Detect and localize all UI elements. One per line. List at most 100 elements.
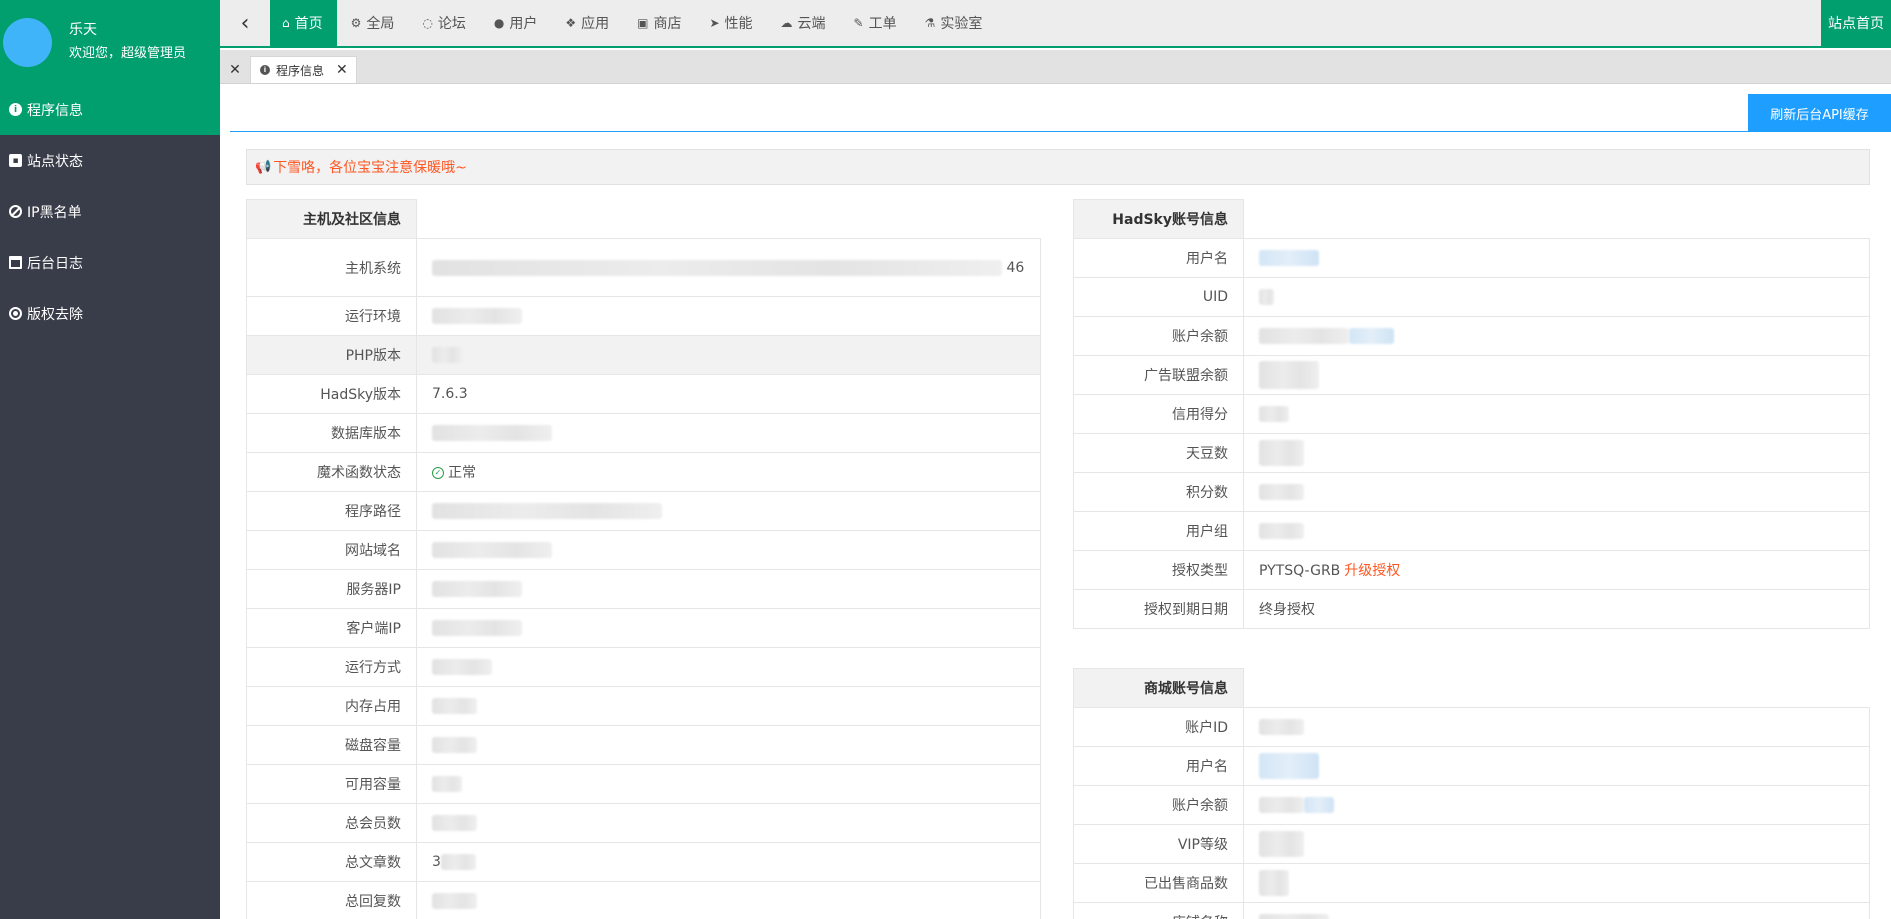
table-row: 运行方式: [246, 647, 1041, 687]
sidebar-item-program-info[interactable]: i 程序信息: [0, 84, 220, 135]
table-row: 已出售商品数: [1073, 863, 1870, 903]
redacted-value: [432, 620, 522, 636]
sidebar-item-site-status[interactable]: ▪ 站点状态: [0, 135, 220, 186]
row-label: VIP等级: [1073, 824, 1244, 864]
comment-icon: ◌: [422, 16, 433, 30]
table-row: 账户余额: [1073, 316, 1870, 356]
site-home-button[interactable]: 站点首页: [1821, 0, 1891, 46]
row-value: [1243, 707, 1870, 747]
row-label: 天豆数: [1073, 433, 1244, 473]
top-nav: ⌂ 首页 ⚙ 全局 ◌ 论坛 ● 用户 ❖ 应用 ▣ 商店 ➤ 性能 ☁ 云端 ✎ 工单 ⚗ 实验室: [270, 0, 996, 46]
row-label: 已出售商品数: [1073, 863, 1244, 903]
sidebar-item-copyright-removal[interactable]: 版权去除: [0, 288, 220, 339]
topnav-cloud[interactable]: ☁ 云端: [767, 0, 840, 46]
check-circle-icon: ✓: [432, 467, 444, 479]
table-row: 用户名: [1073, 238, 1870, 278]
table-row: 内存占用: [246, 686, 1041, 726]
bullhorn-icon: 📢: [255, 159, 272, 175]
topnav-home[interactable]: ⌂ 首页: [270, 0, 337, 46]
shop-account-table: 商城账号信息 账户ID 用户名 账户余额 VIP等级 已出售商品数 店铺名称: [1073, 668, 1870, 919]
redacted-value: [432, 308, 522, 324]
close-all-tabs-button[interactable]: ✕: [220, 56, 250, 83]
refresh-api-cache-button[interactable]: 刷新后台API缓存: [1748, 94, 1891, 132]
row-value: [416, 296, 1041, 336]
redacted-value: [1259, 870, 1289, 896]
avatar[interactable]: [3, 17, 52, 67]
redacted-value: [432, 893, 477, 909]
row-value: PYTSQ-GRB 升级授权: [1243, 550, 1870, 590]
shopping-bag-icon: ▣: [637, 16, 649, 30]
row-label: 魔术函数状态: [246, 452, 417, 492]
close-icon[interactable]: ✕: [336, 62, 348, 78]
topnav-label: 商店: [653, 16, 682, 32]
topnav-label: 性能: [724, 16, 753, 32]
row-label: UID: [1073, 277, 1244, 317]
sidebar-item-label: 版权去除: [27, 306, 83, 323]
table-header-row: 商城账号信息: [1073, 668, 1870, 708]
topnav-label: 应用: [581, 16, 610, 32]
row-label: 用户名: [1073, 746, 1244, 786]
main-content: 刷新后台API缓存 📢 下雪咯，各位宝宝注意保暖哦~ 主机及社区信息 主机系统 …: [220, 85, 1891, 919]
tab-program-info[interactable]: i 程序信息 ✕: [250, 56, 357, 83]
topnav-store[interactable]: ▣ 商店: [623, 0, 695, 46]
license-type-value: PYTSQ-GRB: [1259, 563, 1341, 579]
topnav-label: 工单: [868, 16, 897, 32]
sidebar-item-ip-blacklist[interactable]: IP黑名单: [0, 186, 220, 237]
profile-name: 乐天: [69, 22, 97, 38]
row-label: 主机系统: [246, 238, 417, 297]
row-value: [416, 335, 1041, 375]
row-value: [416, 530, 1041, 570]
row-label: 可用容量: [246, 764, 417, 804]
notice-bar: 📢 下雪咯，各位宝宝注意保暖哦~: [246, 149, 1870, 185]
divider: [230, 131, 1881, 132]
row-value: 3: [416, 842, 1041, 882]
top-nav-bar: ‹ ⌂ 首页 ⚙ 全局 ◌ 论坛 ● 用户 ❖ 应用 ▣ 商店 ➤ 性能 ☁ 云端 ✎ 工单 ⚗ 实…: [220, 0, 1891, 48]
table-header: HadSky账号信息: [1073, 199, 1244, 239]
topnav-tickets[interactable]: ✎ 工单: [840, 0, 911, 46]
row-value: [416, 725, 1041, 765]
table-row: 磁盘容量: [246, 725, 1041, 765]
table-row: 可用容量: [246, 764, 1041, 804]
upgrade-license-link[interactable]: 升级授权: [1344, 563, 1400, 579]
topnav-performance[interactable]: ➤ 性能: [695, 0, 766, 46]
collapse-sidebar-button[interactable]: ‹: [220, 0, 270, 46]
redacted-value: [1259, 406, 1289, 422]
table-row: VIP等级: [1073, 824, 1870, 864]
sidebar: 乐天 欢迎您，超级管理员 i 程序信息 ▪ 站点状态 IP黑名单 后台日志 版权…: [0, 0, 220, 919]
sidebar-item-admin-log[interactable]: 后台日志: [0, 237, 220, 288]
row-value: 7.6.3: [416, 374, 1041, 414]
redacted-value: [1259, 753, 1319, 779]
redacted-value: [432, 542, 552, 558]
row-value-text: 3: [432, 854, 441, 870]
home-icon: ⌂: [282, 16, 290, 30]
topnav-lab[interactable]: ⚗ 实验室: [911, 0, 997, 46]
topnav-apps[interactable]: ❖ 应用: [551, 0, 623, 46]
row-value: [1243, 472, 1870, 512]
table-header: 主机及社区信息: [246, 199, 417, 239]
host-info-table: 主机及社区信息 主机系统 46 运行环境 PHP版本 HadSky版本 7.6.3…: [246, 199, 1041, 919]
hadsky-account-table: HadSky账号信息 用户名 UID 账户余额 广告联盟余额 信用得分 天豆数 …: [1073, 199, 1870, 629]
table-row: 数据库版本: [246, 413, 1041, 453]
table-row: 账户余额: [1073, 785, 1870, 825]
ban-icon: [9, 205, 22, 218]
table-row: PHP版本: [246, 335, 1041, 375]
row-value: [1243, 433, 1870, 473]
topnav-global[interactable]: ⚙ 全局: [337, 0, 409, 46]
redacted-value: [1259, 831, 1304, 857]
row-value: [416, 569, 1041, 609]
topnav-label: 论坛: [437, 16, 466, 32]
redacted-value: [1304, 797, 1334, 813]
row-label: 账户余额: [1073, 316, 1244, 356]
row-label: 账户ID: [1073, 707, 1244, 747]
row-label: 总文章数: [246, 842, 417, 882]
topnav-label: 首页: [294, 16, 323, 32]
table-row: 服务器IP: [246, 569, 1041, 609]
redacted-value: [1259, 719, 1304, 735]
send-icon: ➤: [709, 16, 720, 30]
row-value: [1243, 316, 1870, 356]
row-label: 运行方式: [246, 647, 417, 687]
row-value: [416, 881, 1041, 919]
topnav-forum[interactable]: ◌ 论坛: [408, 0, 479, 46]
row-label: 信用得分: [1073, 394, 1244, 434]
topnav-users[interactable]: ● 用户: [480, 0, 551, 46]
